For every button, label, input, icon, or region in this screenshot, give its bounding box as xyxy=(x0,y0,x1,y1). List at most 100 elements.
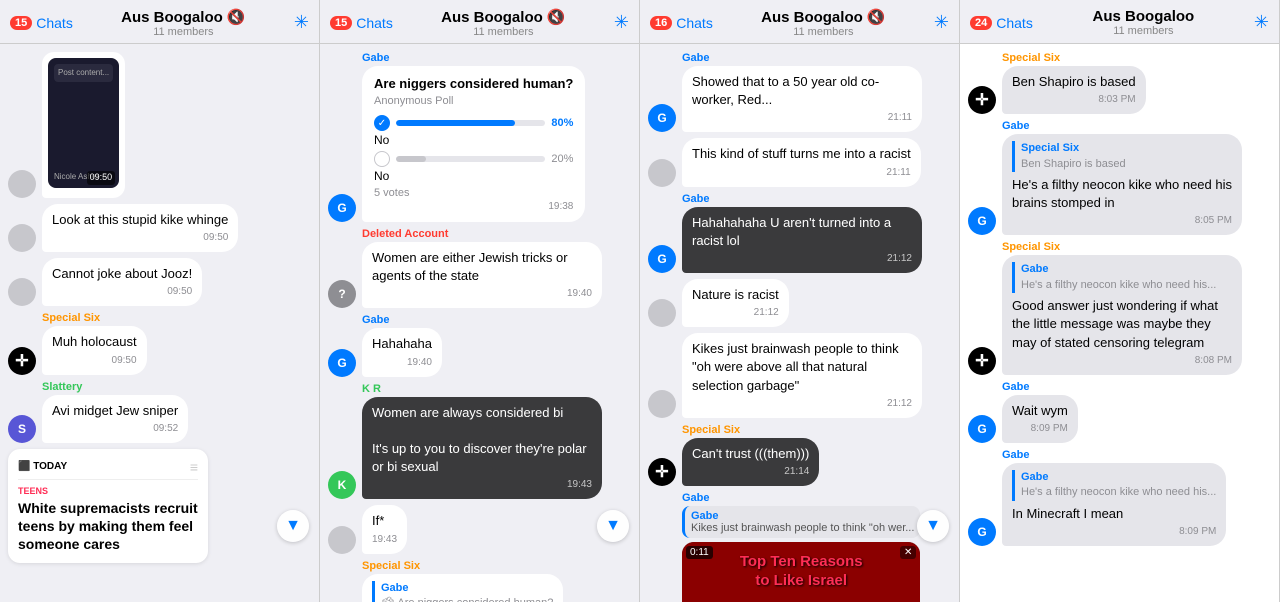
message-wrapper: Gabe Special Six Ben Shapiro is based He… xyxy=(1002,120,1242,235)
message-time: 21:14 xyxy=(692,465,809,479)
message-bubble: Cannot joke about Jooz! 09:50 xyxy=(42,258,202,306)
avatar xyxy=(8,278,36,306)
panel-4-header: 24 Chats Aus Boogaloo 11 members ✳ xyxy=(960,0,1279,44)
video-thumbnail[interactable]: Top Ten Reasonsto Like Israel 🇮🇱 0:11 ✕ … xyxy=(682,542,920,602)
back-label[interactable]: Chats xyxy=(36,15,73,31)
sender-name: Special Six xyxy=(1002,241,1242,253)
table-row: S Slattery Avi midget Jew sniper 09:52 xyxy=(8,381,311,443)
back-button[interactable]: 15 Chats xyxy=(10,15,73,31)
back-button[interactable]: 24 Chats xyxy=(970,15,1033,31)
poll-option: 20% No xyxy=(374,151,573,183)
sender-name: Gabe xyxy=(682,492,920,504)
sender-name: Special Six xyxy=(42,312,147,324)
menu-icon[interactable]: ✳ xyxy=(934,12,949,33)
sender-name: Gabe xyxy=(1002,381,1078,393)
badge-count: 15 xyxy=(330,16,352,30)
message-text: Look at this stupid kike whinge xyxy=(52,211,228,229)
poll-bar-row: ✓ 80% xyxy=(374,115,573,131)
avatar: G xyxy=(968,518,996,546)
table-row: G Gabe Wait wym 8:09 PM xyxy=(968,381,1271,443)
message-wrapper: Deleted Account Women are either Jewish … xyxy=(362,228,602,308)
avatar: G xyxy=(648,245,676,273)
scroll-down-button[interactable]: ▼ xyxy=(277,510,309,542)
back-button[interactable]: 16 Chats xyxy=(650,15,713,31)
video-mute-icon[interactable]: ✕ xyxy=(900,546,916,559)
poll-label: No xyxy=(374,169,573,183)
avatar xyxy=(8,224,36,252)
video-duration: 0:11 xyxy=(686,546,713,559)
table-row: If* 19:43 xyxy=(328,505,631,553)
menu-icon[interactable]: ✳ xyxy=(1254,12,1269,33)
sender-name: Slattery xyxy=(42,381,188,393)
today-logo: ⬛ TODAY ≡ xyxy=(18,459,198,480)
avatar xyxy=(648,299,676,327)
message-time: 19:40 xyxy=(372,287,592,301)
badge-count: 24 xyxy=(970,16,992,30)
message-wrapper: Special Six Muh holocaust 09:50 xyxy=(42,312,147,374)
message-bubble: Muh holocaust 09:50 xyxy=(42,326,147,374)
badge-count: 15 xyxy=(10,16,32,30)
message-text: This kind of stuff turns me into a racis… xyxy=(692,145,911,163)
message-wrapper: ⬛ TODAY ≡ TEENS White supremacists recru… xyxy=(8,449,208,564)
menu-icon[interactable]: ✳ xyxy=(614,12,629,33)
table-row: G Gabe Special Six Ben Shapiro is based … xyxy=(968,120,1271,235)
message-text: Nature is racist xyxy=(692,286,779,304)
message-text: Can't trust (((them))) xyxy=(692,445,809,463)
panel-2-header: 15 Chats Aus Boogaloo 🔇 11 members ✳ xyxy=(320,0,639,44)
sender-name: K R xyxy=(362,383,602,395)
sender-name: Gabe xyxy=(1002,120,1242,132)
chat-name: Aus Boogaloo 🔇 xyxy=(121,8,246,26)
back-button[interactable]: 15 Chats xyxy=(330,15,393,31)
chat-name: Aus Boogaloo 🔇 xyxy=(441,8,566,26)
message-bubble: Women are either Jewish tricks or agents… xyxy=(362,242,602,308)
chat-title-center: Aus Boogaloo 🔇 11 members xyxy=(761,8,886,38)
message-bubble: Ben Shapiro is based 8:03 PM xyxy=(1002,66,1146,114)
table-row: G Gabe Showed that to a 50 year old co-w… xyxy=(648,52,951,132)
scroll-down-button[interactable]: ▼ xyxy=(597,510,629,542)
reply-text: Ben Shapiro is based xyxy=(1021,157,1232,172)
back-label[interactable]: Chats xyxy=(356,15,393,31)
poll-question: Are niggers considered human? xyxy=(374,76,573,91)
back-label[interactable]: Chats xyxy=(996,15,1033,31)
reply-text: 🗳 Are niggers considered human? xyxy=(381,596,553,602)
avatar xyxy=(648,159,676,187)
message-wrapper: Special Six Ben Shapiro is based 8:03 PM xyxy=(1002,52,1146,114)
video-message: Gabe Kikes just brainwash people to thin… xyxy=(682,506,920,602)
chat-title-center: Aus Boogaloo 🔇 11 members xyxy=(441,8,566,38)
message-time: 21:12 xyxy=(692,252,912,266)
message-wrapper: Slattery Avi midget Jew sniper 09:52 xyxy=(42,381,188,443)
today-menu: ≡ xyxy=(190,459,198,475)
message-time: 21:11 xyxy=(692,111,912,125)
back-label[interactable]: Chats xyxy=(676,15,713,31)
message-text: He's a filthy neocon kike who need his b… xyxy=(1012,176,1232,212)
message-wrapper: Gabe Hahahahaha U aren't turned into a r… xyxy=(682,193,922,273)
message-time: 19:43 xyxy=(372,478,592,492)
screenshot-content: Post content... Nicole Asher ✓ xyxy=(48,58,119,188)
reply-quote: Gabe He's a filthy neocon kike who need … xyxy=(1012,470,1216,501)
message-time: 21:12 xyxy=(692,306,779,320)
reply-quote: Gabe 🗳 Are niggers considered human? xyxy=(372,581,553,602)
message-time: 8:09 PM xyxy=(1012,525,1216,539)
message-bubble: Special Six Ben Shapiro is based He's a … xyxy=(1002,134,1242,235)
member-count: 11 members xyxy=(761,26,886,38)
reply-quote: Gabe He's a filthy neocon kike who need … xyxy=(1012,262,1232,293)
message-wrapper: If* 19:43 xyxy=(362,505,407,553)
scroll-down-button[interactable]: ▼ xyxy=(917,510,949,542)
message-text: Women are either Jewish tricks or agents… xyxy=(372,249,592,285)
member-count: 11 members xyxy=(441,26,566,38)
avatar: ✛ xyxy=(8,347,36,375)
avatar: K xyxy=(328,471,356,499)
sender-name: Gabe xyxy=(362,52,585,64)
message-bubble: Gabe He's a filthy neocon kike who need … xyxy=(1002,255,1242,374)
chat-name: Aus Boogaloo 🔇 xyxy=(761,8,886,26)
table-row: K K R Women are always considered biIt's… xyxy=(328,383,631,500)
sender-name: Gabe xyxy=(682,52,922,64)
poll-bar-fill xyxy=(396,156,426,162)
menu-icon[interactable]: ✳ xyxy=(294,12,309,33)
message-bubble: If* 19:43 xyxy=(362,505,407,553)
message-list-3: G Gabe Showed that to a 50 year old co-w… xyxy=(640,44,959,602)
poll-option: ✓ 80% No xyxy=(374,115,573,147)
poll-bar-bg xyxy=(396,156,545,162)
reply-text: Kikes just brainwash people to think "oh… xyxy=(691,522,914,534)
message-bubble: Can't trust (((them))) 21:14 xyxy=(682,438,819,486)
